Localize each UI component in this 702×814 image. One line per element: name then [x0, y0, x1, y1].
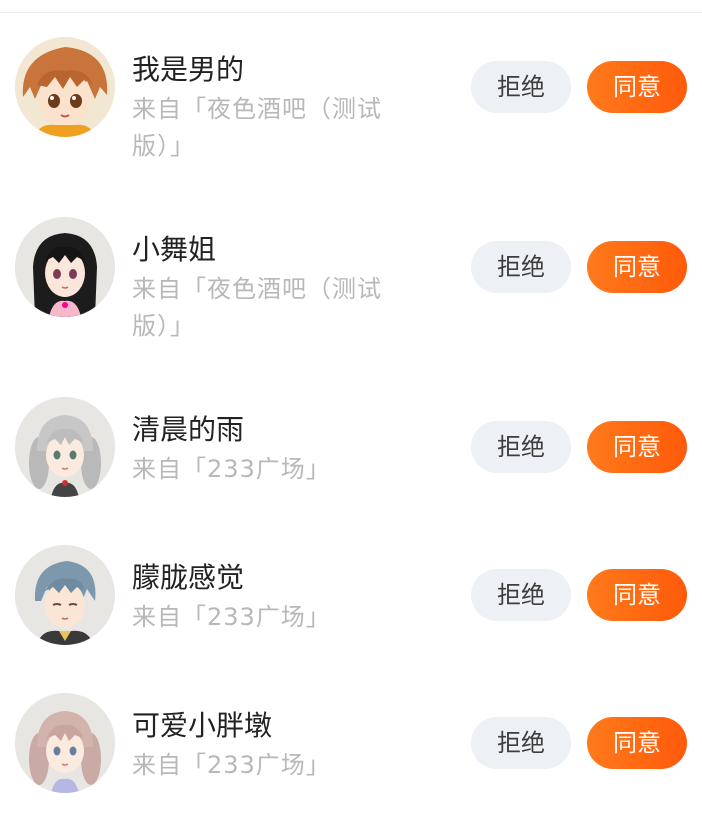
request-source: 来自「夜色酒吧（测试版）」: [132, 275, 382, 340]
accept-button[interactable]: 同意: [587, 241, 687, 293]
accept-button[interactable]: 同意: [587, 569, 687, 621]
accept-button[interactable]: 同意: [587, 421, 687, 473]
requester-name: 朦胧感觉: [132, 561, 245, 594]
request-source: 来自「233广场」: [132, 603, 331, 631]
reject-button[interactable]: 拒绝: [471, 421, 571, 473]
avatar-anime-girl-black-hair-icon[interactable]: [15, 217, 115, 317]
avatar-anime-boy-orange-hair-icon[interactable]: [15, 37, 115, 137]
reject-button[interactable]: 拒绝: [471, 61, 571, 113]
reject-button[interactable]: 拒绝: [471, 569, 571, 621]
request-source: 来自「233广场」: [132, 455, 331, 483]
request-source: 来自「夜色酒吧（测试版）」: [132, 95, 382, 160]
requester-name: 清晨的雨: [132, 413, 245, 446]
reject-button[interactable]: 拒绝: [471, 717, 571, 769]
reject-button[interactable]: 拒绝: [471, 241, 571, 293]
avatar-anime-girl-silver-hair-icon[interactable]: [15, 397, 115, 497]
accept-button[interactable]: 同意: [587, 61, 687, 113]
avatar-anime-girl-pink-hair-icon[interactable]: [15, 693, 115, 793]
avatar-anime-boy-blue-hair-icon[interactable]: [15, 545, 115, 645]
friend-request-list: 我是男的 来自「夜色酒吧（测试版）」 拒绝 同意 小舞姐 来自「夜色酒吧（测试版…: [0, 0, 702, 814]
request-source: 来自「233广场」: [132, 751, 331, 779]
accept-button[interactable]: 同意: [587, 717, 687, 769]
requester-name: 小舞姐: [132, 233, 217, 266]
requester-name: 我是男的: [132, 53, 245, 86]
requester-name: 可爱小胖墩: [132, 709, 273, 742]
